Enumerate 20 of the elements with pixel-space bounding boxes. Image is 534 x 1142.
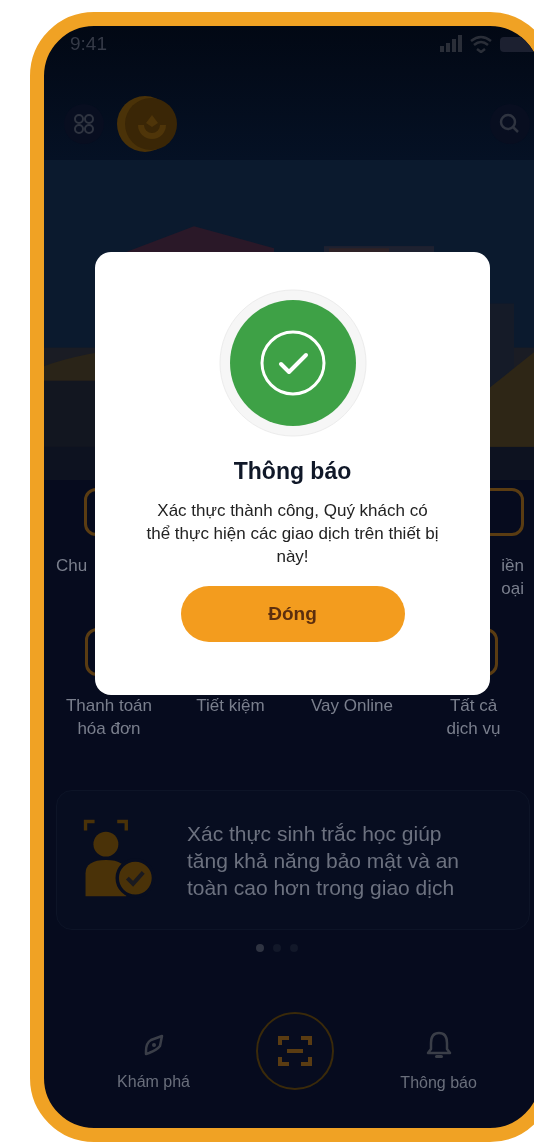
service-label[interactable]: Thanh toán hóa đơn	[66, 694, 152, 740]
nav-label[interactable]: Thông báo	[400, 1074, 477, 1092]
carousel-dot[interactable]	[256, 944, 264, 952]
service-label[interactable]: Chu	[56, 554, 88, 577]
bell-icon	[424, 1030, 453, 1060]
success-check-icon	[217, 288, 368, 438]
biometric-banner[interactable]: Xác thực sinh trắc học giúp tăng khả năng bảo mật và an toàn cao hơn trong giao dịch	[56, 790, 530, 930]
service-label[interactable]: Tất cả dịch vụ	[446, 694, 501, 740]
nav-label[interactable]: Khám phá	[117, 1073, 190, 1091]
service-label[interactable]: Vay Online	[311, 694, 393, 717]
battery-icon	[500, 35, 534, 53]
banner-text: Xác thực sinh trắc học giúp tăng khả năng bảo mật và an toàn cao hơn trong giao dịch	[187, 820, 461, 901]
scan-icon	[277, 1033, 314, 1069]
close-button[interactable]: Đóng	[180, 586, 405, 642]
service-label[interactable]: iền oại	[501, 554, 524, 600]
signal-icon	[440, 35, 462, 53]
service-label[interactable]: Tiết kiệm	[196, 694, 265, 717]
wifi-icon	[470, 35, 492, 53]
dialog-message: Xác thực thành công, Quý khách có thể thực hiện các giao dịch trên thiết bị này!	[145, 500, 440, 568]
dialog-title: Thông báo	[233, 458, 352, 485]
